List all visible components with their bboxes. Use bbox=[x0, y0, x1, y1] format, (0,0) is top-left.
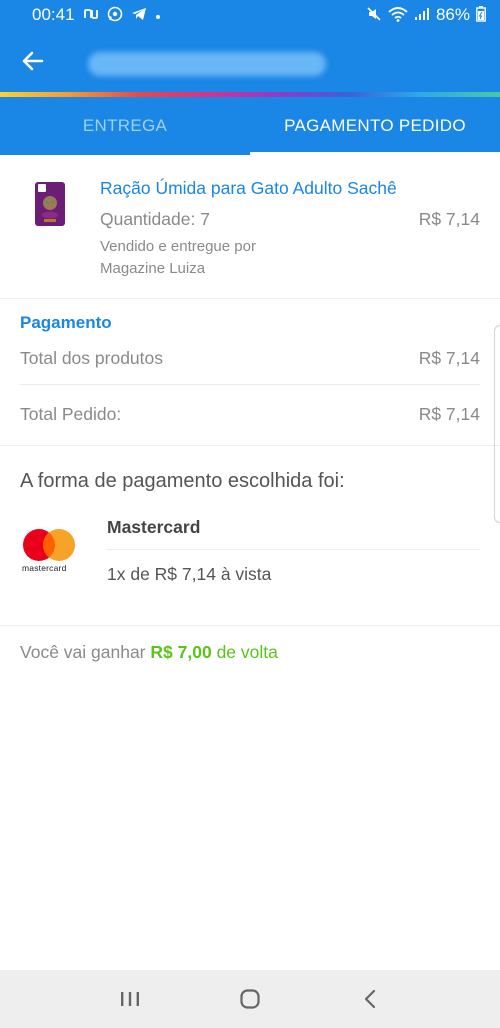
scroll-indicator[interactable] bbox=[494, 325, 500, 523]
products-total-value: R$ 7,14 bbox=[418, 348, 480, 368]
wifi-icon bbox=[388, 6, 408, 24]
tab-pagamento-pedido[interactable]: PAGAMENTO PEDIDO bbox=[250, 97, 500, 155]
battery-percent: 86% bbox=[435, 5, 470, 24]
home-icon bbox=[240, 989, 260, 1009]
seller-name: Magazine Luiza bbox=[100, 260, 206, 277]
order-total-value: R$ 7,14 bbox=[418, 404, 480, 424]
signal-icon bbox=[414, 7, 430, 23]
sold-by-label: Vendido e entregue por bbox=[100, 238, 256, 255]
status-bar: 00:41 86% bbox=[0, 0, 500, 30]
recent-apps-button[interactable] bbox=[100, 979, 160, 1019]
app-bar bbox=[0, 30, 500, 92]
card-name: Mastercard bbox=[107, 517, 201, 537]
arrow-left-icon bbox=[22, 51, 44, 71]
mastercard-logo: mastercard bbox=[20, 527, 78, 575]
back-nav-button[interactable] bbox=[340, 979, 400, 1019]
cashback-prefix: Você vai ganhar bbox=[20, 642, 146, 662]
installments-text: 1x de R$ 7,14 à vista bbox=[107, 564, 272, 584]
tab-entrega[interactable]: ENTREGA bbox=[0, 97, 250, 155]
telegram-icon bbox=[131, 7, 147, 23]
page-title-obscured bbox=[88, 52, 326, 76]
mastercard-logo-text: mastercard bbox=[22, 563, 67, 573]
divider bbox=[107, 549, 480, 550]
dot-icon bbox=[155, 9, 161, 22]
mute-icon bbox=[366, 6, 382, 24]
product-thumbnail bbox=[34, 181, 66, 227]
recent-apps-icon bbox=[121, 992, 139, 1006]
back-button[interactable] bbox=[0, 30, 66, 92]
whatsapp-icon bbox=[107, 6, 123, 24]
divider bbox=[20, 384, 480, 385]
products-total-label: Total dos produtos bbox=[20, 348, 164, 368]
nu-icon bbox=[83, 8, 99, 22]
payment-method-heading: A forma de pagamento escolhida foi: bbox=[20, 470, 345, 492]
product-name[interactable]: Ração Úmida para Gato Adulto Sachê bbox=[100, 178, 397, 199]
payment-section-title: Pagamento bbox=[20, 313, 112, 332]
product-price: R$ 7,14 bbox=[418, 209, 480, 229]
home-button[interactable] bbox=[220, 979, 280, 1019]
cashback-suffix: de volta bbox=[216, 642, 278, 662]
divider bbox=[0, 445, 500, 446]
cashback-text: Você vai ganhar R$ 7,00 de volta bbox=[20, 642, 278, 663]
divider bbox=[0, 625, 500, 626]
order-total-label: Total Pedido: bbox=[20, 404, 122, 424]
tab-bar: ENTREGA PAGAMENTO PEDIDO bbox=[0, 97, 500, 155]
battery-icon bbox=[476, 6, 486, 24]
status-time: 00:41 bbox=[32, 5, 75, 24]
system-nav-bar bbox=[0, 970, 500, 1028]
cashback-amount: R$ 7,00 bbox=[150, 642, 212, 662]
product-quantity: Quantidade: 7 bbox=[100, 209, 210, 229]
chevron-left-icon bbox=[364, 989, 376, 1009]
